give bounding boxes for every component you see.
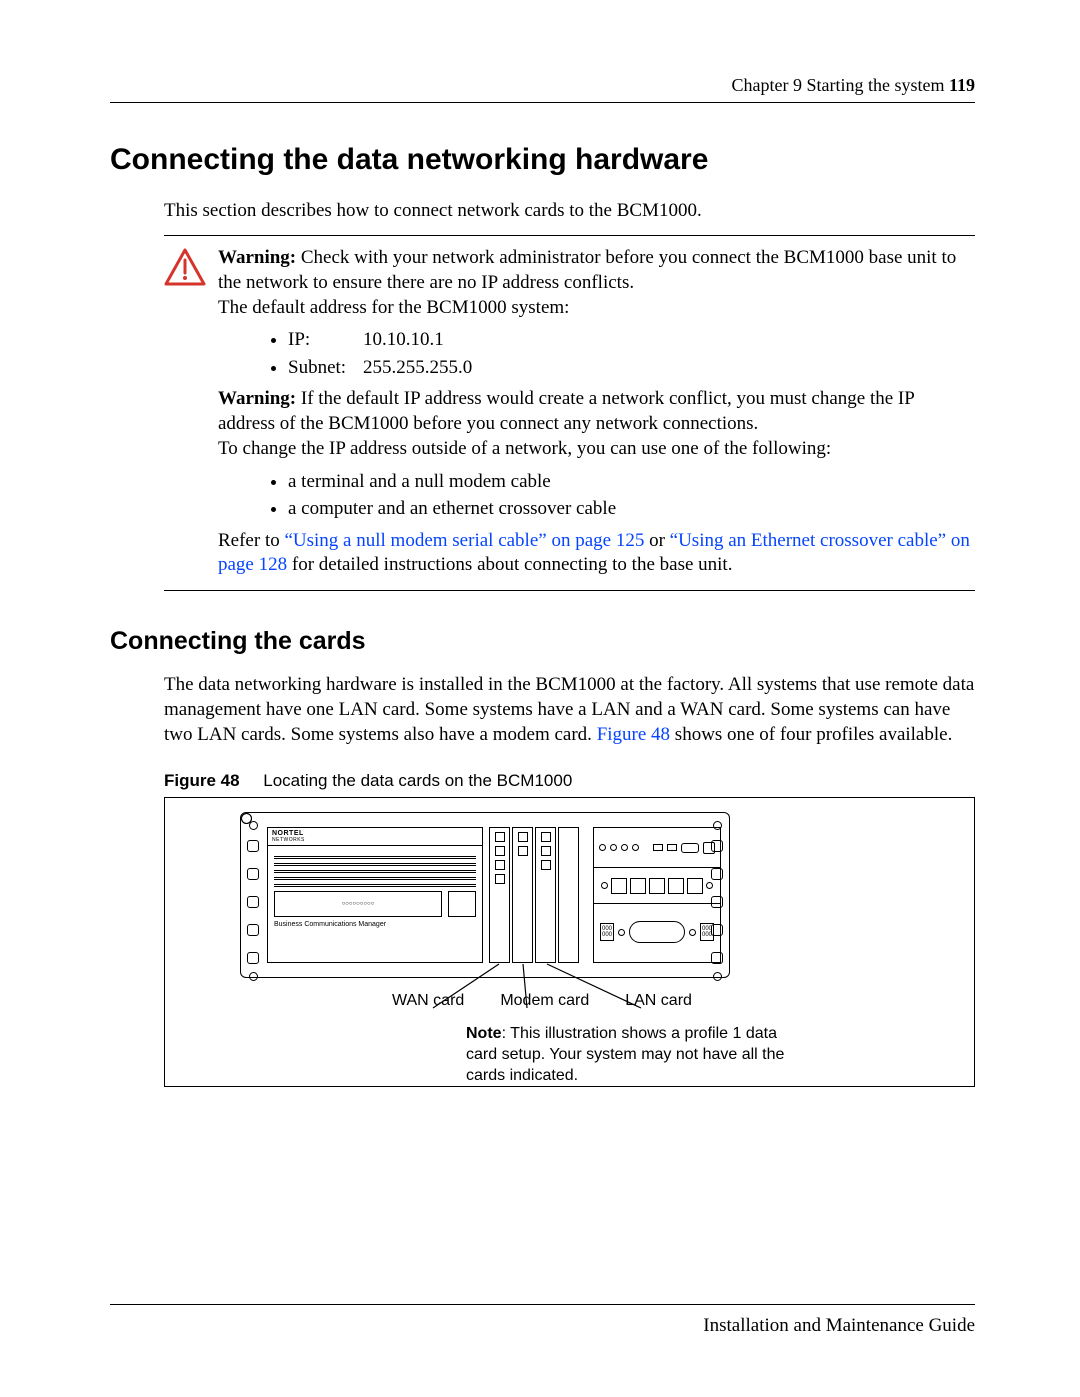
subsection-heading: Connecting the cards bbox=[110, 627, 975, 656]
footer-text: Installation and Maintenance Guide bbox=[703, 1315, 975, 1336]
refer-mid: or bbox=[644, 530, 669, 551]
method-crossover: a computer and an ethernet crossover cab… bbox=[288, 495, 975, 523]
callout-modem: Modem card bbox=[500, 992, 589, 1010]
warning-label-2: Warning: bbox=[218, 388, 296, 409]
warning-icon bbox=[164, 246, 218, 578]
intro-paragraph: This section describes how to connect ne… bbox=[164, 199, 975, 223]
figure-callouts: WAN card Modem card LAN card Note: This … bbox=[240, 992, 800, 1086]
page: Chapter 9 Starting the system 119 Connec… bbox=[110, 75, 975, 1337]
refer-post: for detailed instructions about connecti… bbox=[287, 554, 732, 575]
refer-pre: Refer to bbox=[218, 530, 284, 551]
link-null-modem[interactable]: “Using a null modem serial cable” on pag… bbox=[284, 530, 644, 551]
chapter-label: Chapter 9 Starting the system bbox=[732, 75, 945, 95]
figure-label: Figure 48 bbox=[164, 771, 240, 790]
default-address-line: The default address for the BCM1000 syst… bbox=[218, 296, 975, 321]
method-null-modem: a terminal and a null modem cable bbox=[288, 468, 975, 496]
subnet-value: 255.255.255.0 bbox=[363, 354, 472, 382]
change-methods-list: a terminal and a null modem cable a comp… bbox=[288, 468, 975, 523]
callout-lan: LAN card bbox=[625, 992, 692, 1010]
page-number: 119 bbox=[949, 75, 975, 95]
warning-box: Warning: Check with your network adminis… bbox=[164, 235, 975, 591]
warning-label-1: Warning: bbox=[218, 247, 296, 268]
ip-defaults-list: IP:10.10.10.1 Subnet:255.255.255.0 bbox=[288, 326, 975, 381]
figure-caption-text: Locating the data cards on the BCM1000 bbox=[263, 771, 572, 790]
running-footer: Installation and Maintenance Guide bbox=[110, 1304, 975, 1337]
warning-text-1: Check with your network administrator be… bbox=[218, 247, 956, 293]
change-ip-line: To change the IP address outside of a ne… bbox=[218, 437, 975, 462]
callout-wan: WAN card bbox=[392, 992, 464, 1010]
cards-para-post: shows one of four profiles available. bbox=[670, 724, 952, 745]
running-header: Chapter 9 Starting the system 119 bbox=[110, 75, 975, 103]
warning-text-2: If the default IP address would create a… bbox=[218, 388, 914, 434]
figure-note-text: : This illustration shows a profile 1 da… bbox=[466, 1025, 784, 1084]
link-figure-48[interactable]: Figure 48 bbox=[597, 724, 670, 745]
ip-label: IP: bbox=[288, 326, 363, 354]
figure-48: NORTEL NETWORKS ○○○○○○○○○ Business Commu… bbox=[164, 797, 975, 1087]
subnet-label: Subnet: bbox=[288, 354, 363, 382]
figure-caption: Figure 48 Locating the data cards on the… bbox=[164, 771, 975, 791]
cards-paragraph: The data networking hardware is installe… bbox=[164, 672, 975, 747]
warning-body: Warning: Check with your network adminis… bbox=[218, 246, 975, 578]
ip-value: 10.10.10.1 bbox=[363, 326, 444, 354]
section-heading: Connecting the data networking hardware bbox=[110, 143, 975, 177]
figure-note-label: Note bbox=[466, 1025, 502, 1042]
